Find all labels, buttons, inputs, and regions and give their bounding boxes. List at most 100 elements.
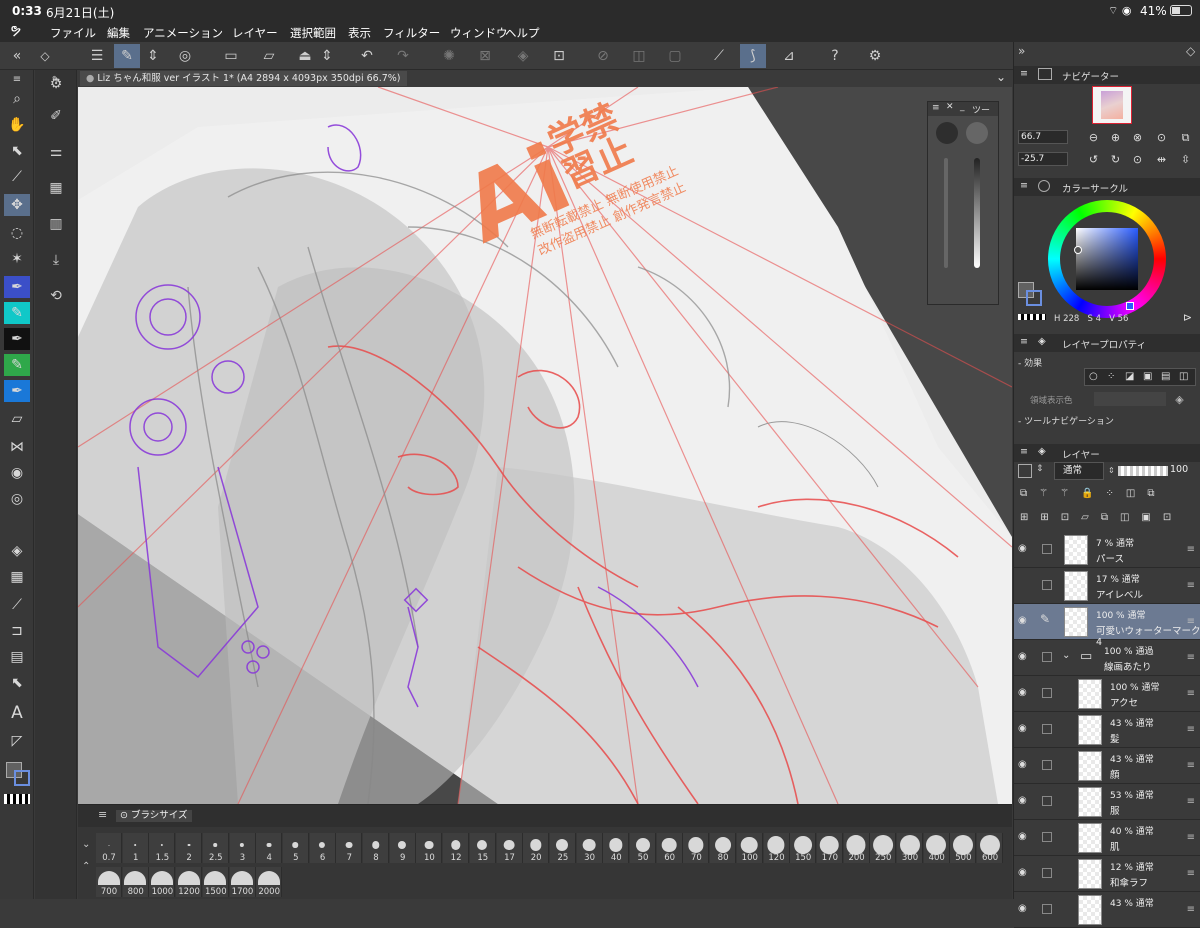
brush-size-option[interactable]: 12 xyxy=(443,833,470,863)
layer-property-header[interactable]: ≡ ◈ レイヤープロパティ xyxy=(1014,334,1200,352)
menu-file[interactable]: ファイル xyxy=(50,25,96,41)
float-minimize-icon[interactable]: _ xyxy=(960,102,965,112)
layer-panel-header[interactable]: ≡ ◈ レイヤー xyxy=(1014,444,1200,462)
layer-color-mode-icon[interactable] xyxy=(1018,464,1032,478)
decoration-tool-icon[interactable]: ✒ xyxy=(4,380,30,402)
balloon-tool-icon[interactable]: ◸ xyxy=(4,730,30,752)
companion-icon[interactable]: ◎ xyxy=(172,44,198,68)
brush-size-option[interactable]: 8 xyxy=(363,833,389,863)
quick-access-icon[interactable]: ✎ xyxy=(114,44,140,68)
layer-select-checkbox[interactable] xyxy=(1042,868,1052,878)
blend-mode-updown-icon[interactable]: ⇕ xyxy=(1108,466,1115,475)
grid-snap-icon[interactable]: ⊿ xyxy=(776,44,802,68)
magic-wand-tool-icon[interactable]: ✶ xyxy=(4,248,30,270)
layer-drag-handle-icon[interactable]: ≡ xyxy=(1187,544,1195,555)
pen-tool-icon[interactable]: ✒ xyxy=(4,276,30,298)
float-menu-icon[interactable]: ≡ xyxy=(932,103,940,113)
color-picker-handle[interactable] xyxy=(1074,246,1082,254)
brush-size-option[interactable]: 0.7 xyxy=(96,833,122,863)
brush-size-option[interactable]: 15 xyxy=(469,833,496,863)
brush-size-option[interactable]: 300 xyxy=(897,833,923,863)
brush-size-option[interactable]: 1700 xyxy=(229,867,256,897)
folder-expand-icon[interactable]: ⌄ xyxy=(1062,650,1070,661)
filmstrip-icon[interactable]: ▥ xyxy=(43,212,69,236)
lasso-tool-icon[interactable]: ◌ xyxy=(4,222,30,244)
transparent-swatch[interactable] xyxy=(1018,314,1046,320)
brush-settings-icon[interactable]: ⚌ xyxy=(43,140,69,164)
layer-select-checkbox[interactable] xyxy=(1042,652,1052,662)
effect-buttons[interactable]: ○ ⁘ ◪ ▣ ▤ ◫ xyxy=(1084,368,1196,386)
tool-header-icon[interactable]: ≡ xyxy=(4,68,30,90)
saturation-value-square[interactable] xyxy=(1076,228,1138,290)
settings-icon[interactable]: ⚙ xyxy=(862,44,888,68)
mask-effect-icon[interactable]: ◫ xyxy=(1179,371,1188,382)
visibility-eye-icon[interactable]: ◉ xyxy=(1018,687,1027,698)
menu-help[interactable]: ヘルプ xyxy=(505,25,540,41)
line-tool-icon[interactable]: ⟋ xyxy=(4,594,30,616)
layer-lock-toolbar[interactable]: ⧉⚚⚚🔒⁘◫⧉ xyxy=(1020,488,1200,504)
flip-vertical-icon[interactable]: ⇳ xyxy=(1178,152,1193,167)
expand-panel-icon[interactable]: ⌃ xyxy=(82,861,90,872)
layer-row[interactable]: ◉ ⌄ ▭ 100 % 通過 線画あたり ≡ xyxy=(1014,640,1200,676)
text-tool-icon[interactable]: A xyxy=(4,702,30,724)
invert-selection-icon[interactable]: ◫ xyxy=(626,44,652,68)
panel-menu-icon[interactable]: ≡ xyxy=(1020,68,1028,79)
hue-ring[interactable] xyxy=(1048,200,1166,318)
opacity-slider[interactable] xyxy=(1118,466,1168,476)
collapse-left-icon[interactable]: « xyxy=(4,44,30,68)
brush-size-option[interactable]: 7 xyxy=(336,833,363,863)
brush-size-option[interactable]: 30 xyxy=(576,833,603,863)
visibility-eye-icon[interactable]: ◉ xyxy=(1018,543,1027,554)
layer-select-checkbox[interactable] xyxy=(1042,688,1052,698)
zoom-tool-icon[interactable]: ⌕ xyxy=(4,88,30,110)
border-effect-icon[interactable]: ○ xyxy=(1089,371,1098,382)
extract-line-icon[interactable]: ▣ xyxy=(1143,371,1152,382)
hand-tool-icon[interactable]: ✋ xyxy=(4,114,30,136)
color-circle-header[interactable]: ≡ カラーサークル xyxy=(1014,178,1200,196)
menu-window[interactable]: ウィンドウ xyxy=(450,25,508,41)
pen-edit-icon[interactable]: ✎ xyxy=(1040,612,1050,626)
layer-drag-handle-icon[interactable]: ≡ xyxy=(1187,688,1195,699)
brush-size-option[interactable]: 150 xyxy=(790,833,817,863)
loading-icon[interactable]: ✺ xyxy=(436,44,462,68)
layer-drag-handle-icon[interactable]: ≡ xyxy=(1187,868,1195,879)
visibility-eye-icon[interactable]: ◉ xyxy=(1018,759,1027,770)
layer-drag-handle-icon[interactable]: ≡ xyxy=(1187,724,1195,735)
special-ruler-snap-icon[interactable]: ⟆ xyxy=(740,44,766,68)
layer-drag-handle-icon[interactable]: ≡ xyxy=(1187,904,1195,915)
brush-size-option[interactable]: 3 xyxy=(229,833,256,863)
brush-panel-tab[interactable]: ⊙ ブラシサイズ xyxy=(116,810,192,822)
brush-size-option[interactable]: 40 xyxy=(603,833,630,863)
brush-size-option[interactable]: 1200 xyxy=(176,867,203,897)
zoom-field[interactable]: 66.7 xyxy=(1018,130,1068,144)
collapse-right-icon[interactable]: » xyxy=(1018,44,1025,58)
layer-row[interactable]: ◉ 12 % 通常 和傘ラフ ≡ xyxy=(1014,856,1200,892)
brush-size-option[interactable]: 50 xyxy=(630,833,656,863)
app-logo-icon[interactable]: ຯ xyxy=(10,22,21,38)
area-color-field[interactable] xyxy=(1094,392,1166,406)
layer-drag-handle-icon[interactable]: ≡ xyxy=(1187,796,1195,807)
brush-size-option[interactable]: 5 xyxy=(282,833,309,863)
import-icon[interactable]: ⤓ xyxy=(43,248,69,272)
navigator-thumbnail[interactable] xyxy=(1092,86,1132,124)
sub-color-circle[interactable] xyxy=(966,122,988,144)
brush-size-option[interactable]: 4 xyxy=(256,833,283,863)
color-settings-icon[interactable]: ⊳ xyxy=(1180,310,1195,325)
brush-size-option[interactable]: 600 xyxy=(977,833,1004,863)
layer-select-checkbox[interactable] xyxy=(1042,832,1052,842)
undo-icon[interactable]: ↶ xyxy=(354,44,380,68)
rotation-field[interactable]: -25.7 xyxy=(1018,152,1068,166)
brush-size-option[interactable]: 700 xyxy=(96,867,122,897)
brush-size-option[interactable]: 80 xyxy=(710,833,737,863)
actual-size-icon[interactable]: ⊙ xyxy=(1154,130,1169,145)
opacity-slider[interactable] xyxy=(944,158,948,268)
move-tool-icon[interactable]: ✥ xyxy=(4,194,30,216)
menu-filter[interactable]: フィルター xyxy=(383,25,440,41)
brush-size-option[interactable]: 170 xyxy=(816,833,843,863)
pencil-tool-icon[interactable]: ✎ xyxy=(4,302,30,324)
fit-icon[interactable]: ⊗ xyxy=(1130,130,1145,145)
save-icon[interactable]: ⏏ xyxy=(292,44,318,68)
redo-icon[interactable]: ↷ xyxy=(390,44,416,68)
brush-size-option[interactable]: 9 xyxy=(389,833,416,863)
clear-icon[interactable]: ⊠ xyxy=(472,44,498,68)
